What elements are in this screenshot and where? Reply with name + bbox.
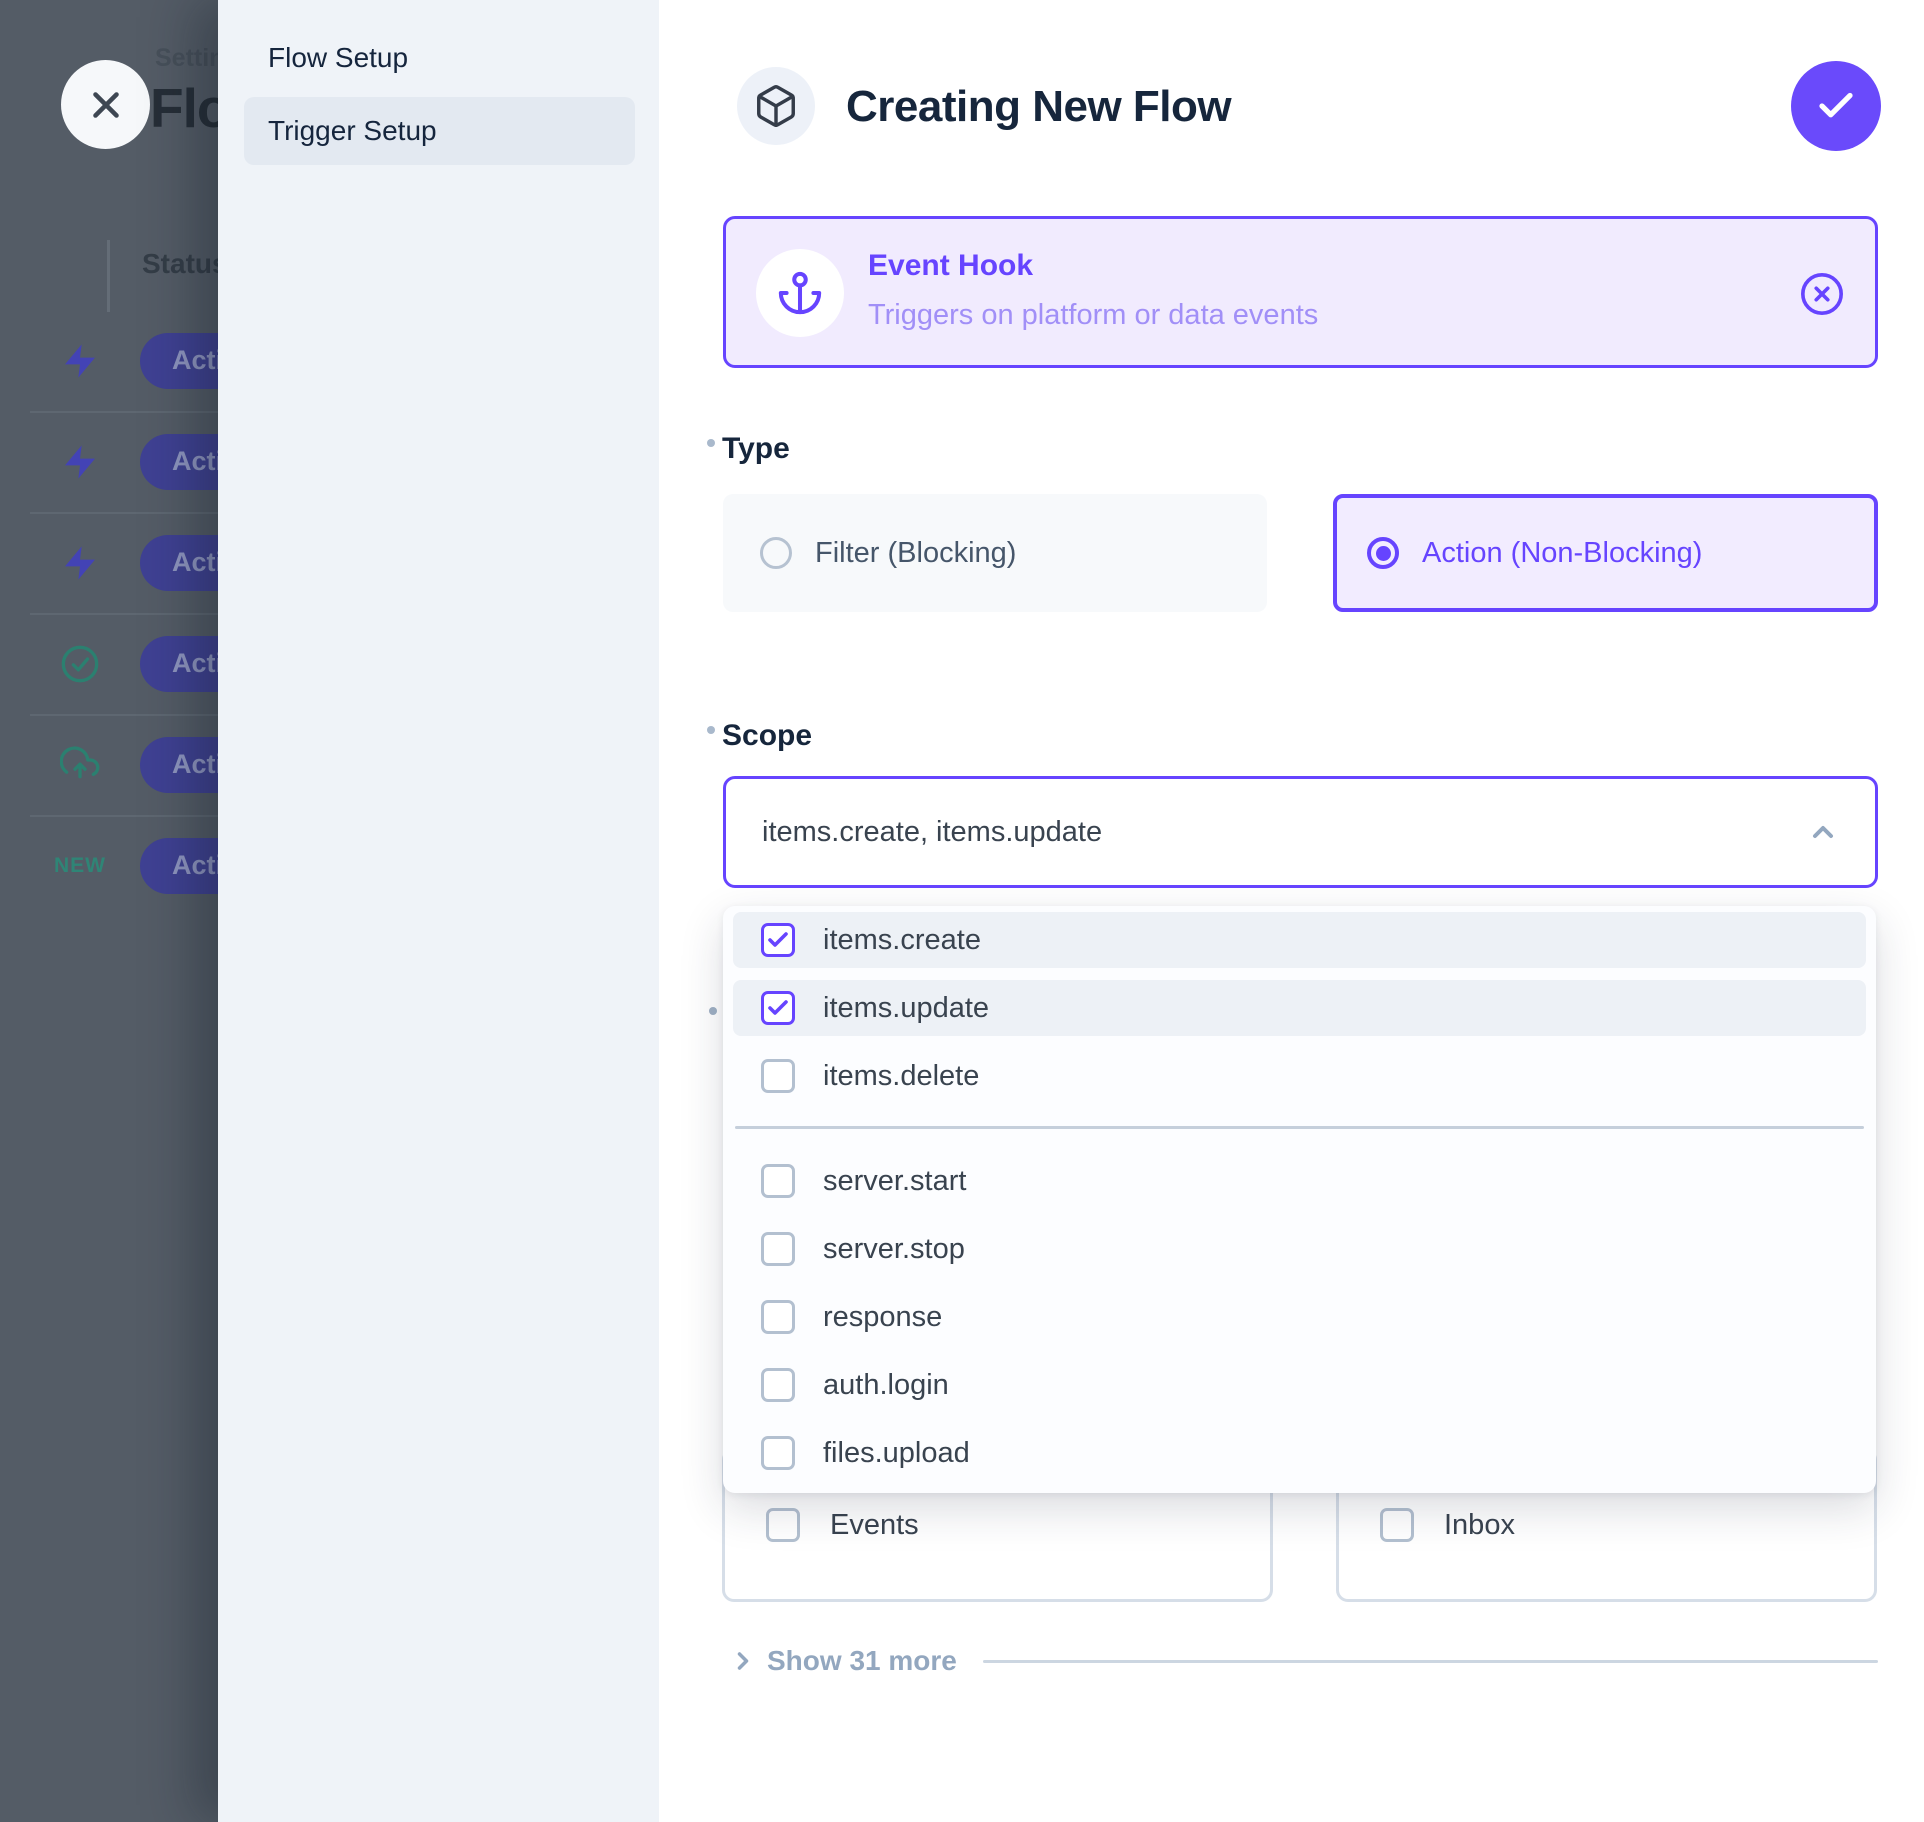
scope-option[interactable]: server.stop bbox=[733, 1221, 1866, 1277]
drawer-title: Creating New Flow bbox=[846, 82, 1231, 132]
type-option-action[interactable]: Action (Non-Blocking) bbox=[1333, 494, 1878, 612]
field-marker-dot bbox=[707, 439, 715, 447]
save-flow-button[interactable] bbox=[1791, 61, 1881, 151]
scope-option[interactable]: auth.login bbox=[733, 1357, 1866, 1413]
status-badge: Active bbox=[140, 333, 218, 389]
anchor-icon bbox=[777, 270, 823, 316]
scope-option-label: server.start bbox=[823, 1165, 966, 1198]
cloud-upload-icon bbox=[60, 745, 100, 785]
trigger-card-title: Event Hook bbox=[868, 249, 1033, 283]
trigger-card-subtitle: Triggers on platform or data events bbox=[868, 299, 1318, 332]
radio-selected-icon[interactable] bbox=[1367, 537, 1399, 569]
checkbox-unchecked-icon[interactable] bbox=[766, 1508, 800, 1542]
table-row: Active bbox=[0, 512, 218, 613]
trigger-icon-circle bbox=[756, 249, 844, 337]
scope-option[interactable]: response bbox=[733, 1289, 1866, 1345]
drawer-header-avatar bbox=[737, 67, 815, 145]
scope-option-label: files.upload bbox=[823, 1437, 970, 1470]
scope-option[interactable]: server.start bbox=[733, 1153, 1866, 1209]
checkbox-icon[interactable] bbox=[761, 1232, 795, 1266]
nav-item-trigger-setup[interactable]: Trigger Setup bbox=[244, 97, 635, 165]
checkbox-icon[interactable] bbox=[761, 1164, 795, 1198]
scope-option-label: items.update bbox=[823, 992, 989, 1025]
bolt-icon bbox=[60, 341, 100, 381]
drawer-content: Creating New Flow Event Hook Triggers on… bbox=[659, 0, 1924, 1822]
table-row: Active bbox=[0, 310, 218, 411]
status-badge: Active bbox=[140, 636, 218, 692]
chevron-up-icon[interactable] bbox=[1807, 816, 1839, 848]
close-drawer-button[interactable] bbox=[61, 60, 150, 149]
table-row: Active bbox=[0, 411, 218, 512]
collection-label: Inbox bbox=[1444, 1509, 1515, 1542]
selected-trigger-card: Event Hook Triggers on platform or data … bbox=[723, 216, 1878, 368]
check-icon bbox=[1815, 85, 1857, 127]
checkbox-icon[interactable] bbox=[761, 991, 795, 1025]
close-icon bbox=[85, 84, 127, 126]
scope-option[interactable]: items.delete bbox=[733, 1048, 1866, 1104]
scope-option[interactable]: items.create bbox=[733, 912, 1866, 968]
table-row: NEW Active bbox=[0, 815, 218, 916]
check-icon bbox=[766, 928, 790, 952]
status-badge: Active bbox=[140, 434, 218, 490]
show-more-link[interactable]: Show 31 more bbox=[767, 1645, 957, 1677]
new-badge: NEW bbox=[54, 854, 106, 878]
scope-option-label: response bbox=[823, 1301, 942, 1334]
checkbox-icon[interactable] bbox=[761, 1368, 795, 1402]
scope-option-label: auth.login bbox=[823, 1369, 949, 1402]
cancel-circle-icon bbox=[1799, 271, 1845, 317]
type-option-filter[interactable]: Filter (Blocking) bbox=[723, 494, 1267, 612]
check-icon bbox=[766, 996, 790, 1020]
dropdown-divider bbox=[735, 1126, 1864, 1129]
checkbox-icon[interactable] bbox=[761, 1300, 795, 1334]
scope-select-input[interactable]: items.create, items.update bbox=[723, 776, 1878, 888]
checkbox-icon[interactable] bbox=[761, 1436, 795, 1470]
drawer-step-nav: Flow Setup Trigger Setup bbox=[218, 0, 659, 1822]
status-badge: Active bbox=[140, 535, 218, 591]
table-column-divider bbox=[107, 240, 110, 312]
radio-unselected-icon[interactable] bbox=[760, 537, 792, 569]
checkbox-unchecked-icon[interactable] bbox=[1380, 1508, 1414, 1542]
divider bbox=[983, 1660, 1878, 1663]
status-badge: Active bbox=[140, 737, 218, 793]
check-circle-icon bbox=[60, 644, 100, 684]
type-option-label: Action (Non-Blocking) bbox=[1422, 537, 1702, 570]
bolt-icon bbox=[60, 543, 100, 583]
checkbox-icon[interactable] bbox=[761, 1059, 795, 1093]
type-option-label: Filter (Blocking) bbox=[815, 537, 1016, 570]
status-badge: Active bbox=[140, 838, 218, 894]
show-more-row: Show 31 more bbox=[723, 1640, 1878, 1682]
scope-field-label: Scope bbox=[722, 719, 812, 753]
scope-option-label: server.stop bbox=[823, 1233, 965, 1266]
field-marker-dot bbox=[707, 726, 715, 734]
scope-option[interactable]: items.update bbox=[733, 980, 1866, 1036]
checkbox-icon[interactable] bbox=[761, 923, 795, 957]
type-field-label: Type bbox=[722, 432, 790, 466]
scope-option-label: items.create bbox=[823, 924, 981, 957]
deselect-trigger-button[interactable] bbox=[1799, 271, 1845, 317]
bolt-icon bbox=[60, 442, 100, 482]
scope-dropdown: items.create items.update items.delete s… bbox=[723, 906, 1876, 1493]
collection-label: Events bbox=[830, 1509, 919, 1542]
nav-item-flow-setup[interactable]: Flow Setup bbox=[244, 24, 635, 92]
scope-selected-values: items.create, items.update bbox=[762, 816, 1102, 849]
table-row: Active bbox=[0, 714, 218, 815]
field-marker-dot bbox=[709, 1007, 717, 1015]
chevron-right-icon[interactable] bbox=[729, 1647, 757, 1675]
box-icon bbox=[753, 83, 799, 129]
flows-list: Active Active Active Active bbox=[0, 310, 218, 916]
scope-option-label: items.delete bbox=[823, 1060, 979, 1093]
table-row: Active bbox=[0, 613, 218, 714]
scope-option[interactable]: files.upload bbox=[733, 1425, 1866, 1481]
status-column-header: Status bbox=[142, 248, 228, 280]
